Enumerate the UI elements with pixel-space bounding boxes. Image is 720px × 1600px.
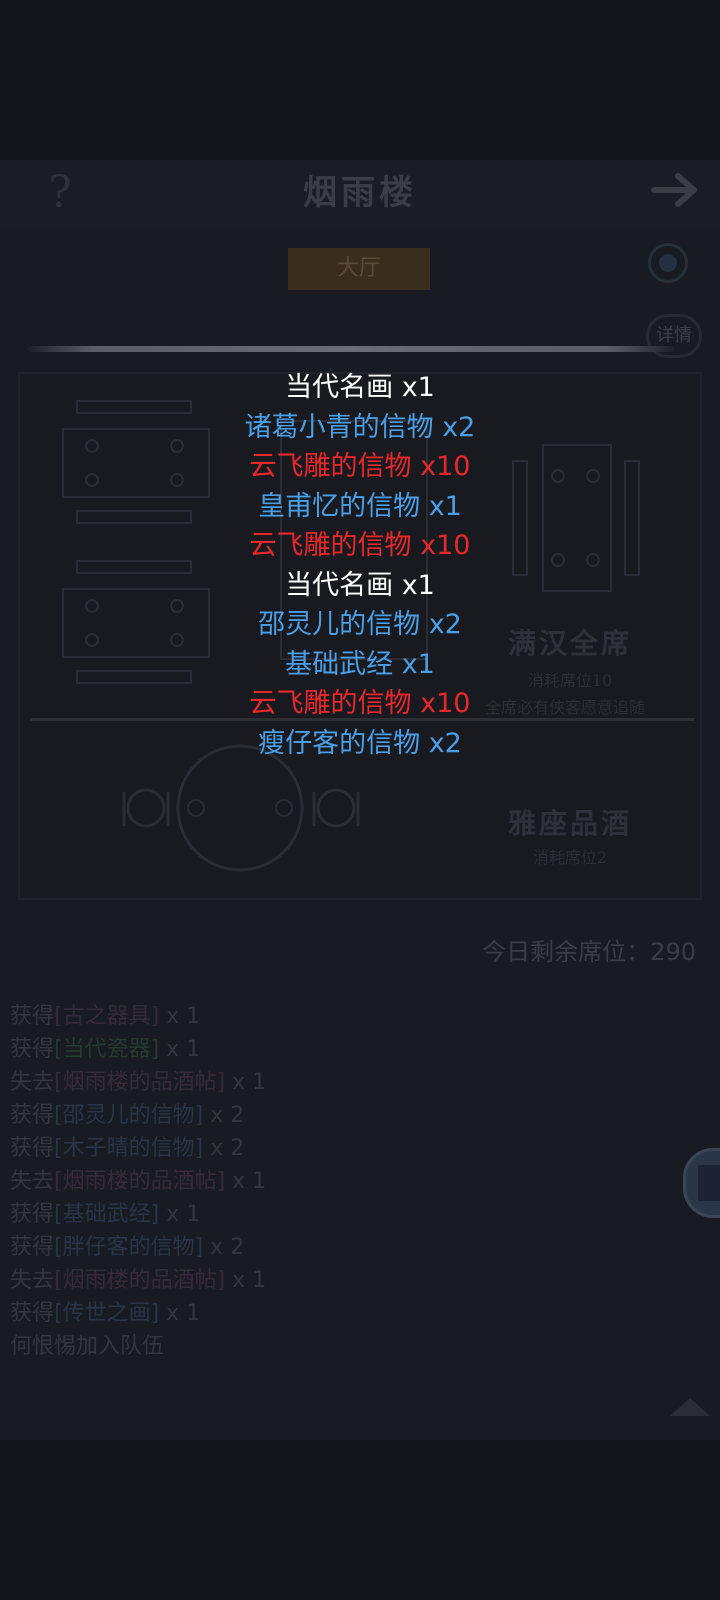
log-line: 获得[基础武经] x 1 — [10, 1202, 201, 1227]
log-line: 失去[烟雨楼的品酒帖] x 1 — [10, 1169, 267, 1194]
reward-popup: 当代名画 x1 诸葛小青的信物 x2 云飞雕的信物 x10 皇甫忆的信物 x1 … — [180, 368, 540, 763]
refresh-icon — [659, 254, 677, 272]
reward-item: 诸葛小青的信物 x2 — [244, 411, 476, 443]
seat-dot — [85, 439, 99, 453]
log-line: 获得[木子晴的信物] x 2 — [10, 1136, 245, 1161]
page-title: 烟雨楼 — [303, 173, 417, 213]
reward-item: 当代名画 x1 — [285, 372, 435, 403]
log-line: 失去[烟雨楼的品酒帖] x 1 — [10, 1268, 267, 1293]
portrait — [698, 1165, 720, 1201]
bottom-blank-area — [0, 1440, 720, 1600]
log-line: 获得[胖仔客的信物] x 2 — [10, 1235, 245, 1260]
reward-item: 云飞雕的信物 x10 — [249, 688, 471, 719]
bench — [76, 510, 192, 524]
remaining-seats: 今日剩余席位：290 — [482, 938, 696, 966]
reward-item: 瘦仔客的信物 x2 — [258, 727, 462, 759]
seat-dot — [551, 553, 565, 567]
bench — [76, 560, 192, 574]
log-line: 获得[当代瓷器] x 1 — [10, 1037, 201, 1062]
log-line: 获得[传世之画] x 1 — [10, 1301, 201, 1326]
table[interactable] — [542, 444, 612, 592]
reward-item: 基础武经 x1 — [285, 648, 435, 680]
reward-item: 皇甫忆的信物 x1 — [258, 490, 462, 522]
seat-option-cost: 消耗席位2 — [532, 848, 608, 867]
divider — [28, 346, 674, 352]
reward-item: 当代名画 x1 — [285, 569, 435, 601]
log-line: 获得[古之器具] x 1 — [10, 1004, 201, 1029]
help-icon[interactable]: ? — [40, 168, 80, 218]
seat-dot — [586, 469, 600, 483]
seat-option-title[interactable]: 雅座品酒 — [480, 802, 660, 842]
reward-item: 云飞雕的信物 x10 — [249, 451, 471, 482]
log-line: 失去[烟雨楼的品酒帖] x 1 — [10, 1070, 267, 1095]
bench — [76, 670, 192, 684]
seat-dot — [85, 473, 99, 487]
refresh-button[interactable] — [648, 243, 688, 283]
bench — [76, 400, 192, 414]
seat-dot — [551, 469, 565, 483]
tab-hall[interactable]: 大厅 — [288, 248, 430, 290]
log-line: 获得[邵灵儿的信物] x 2 — [10, 1103, 245, 1128]
scroll-up-arrow-icon[interactable] — [670, 1398, 710, 1416]
reward-item: 云飞雕的信物 x10 — [249, 530, 471, 561]
event-log: 获得[古之器具] x 1 获得[当代瓷器] x 1 失去[烟雨楼的品酒帖] x … — [10, 1000, 650, 1363]
seat-dot — [586, 553, 600, 567]
bench — [624, 460, 640, 576]
top-blank-area — [0, 0, 720, 160]
log-line: 何恨惕加入队伍 — [10, 1334, 165, 1359]
seat-dot — [85, 599, 99, 613]
seat-dot — [85, 633, 99, 647]
arrow-right-icon[interactable] — [650, 170, 706, 210]
reward-item: 邵灵儿的信物 x2 — [258, 609, 462, 640]
